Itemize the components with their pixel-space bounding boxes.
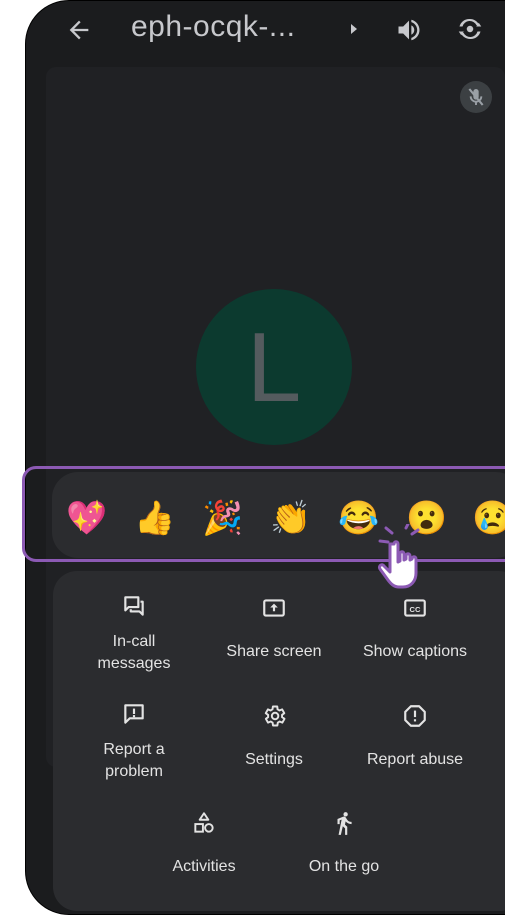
report-abuse-label: Report abuse bbox=[366, 751, 464, 768]
back-arrow-icon[interactable] bbox=[65, 16, 93, 44]
in-call-messages-label-line2: messages bbox=[97, 655, 171, 672]
report-problem-label-line2: problem bbox=[105, 763, 163, 780]
report-problem-label-line1: Report a bbox=[103, 741, 165, 758]
report-problem-button[interactable]: Report a problem bbox=[59, 701, 209, 783]
settings-button[interactable]: Settings bbox=[199, 703, 349, 771]
avatar: L bbox=[196, 289, 352, 445]
in-call-messages-label-line1: In-call bbox=[112, 633, 156, 650]
on-the-go-label: On the go bbox=[308, 858, 380, 875]
gear-icon bbox=[264, 705, 286, 727]
on-the-go-button[interactable]: On the go bbox=[269, 810, 419, 878]
feedback-icon bbox=[124, 704, 144, 724]
share-screen-label: Share screen bbox=[226, 643, 322, 660]
share-screen-icon bbox=[263, 599, 285, 617]
svg-text:CC: CC bbox=[410, 605, 421, 614]
speaker-icon[interactable] bbox=[395, 16, 423, 44]
walking-person-icon bbox=[337, 812, 352, 835]
phone-screen: eph-ocqk-... L 💖 👍 🎉 👏 😂 😮 😢 In-call mes… bbox=[0, 0, 505, 915]
chat-icon bbox=[124, 596, 144, 616]
in-call-messages-button[interactable]: In-call messages bbox=[59, 593, 209, 675]
share-screen-button[interactable]: Share screen bbox=[199, 595, 349, 663]
activities-label: Activities bbox=[172, 858, 236, 875]
show-captions-button[interactable]: CC Show captions bbox=[340, 595, 490, 663]
settings-label: Settings bbox=[245, 751, 303, 768]
hand-pointer-icon bbox=[378, 524, 420, 589]
shapes-icon bbox=[194, 812, 214, 833]
switch-camera-icon[interactable] bbox=[455, 14, 485, 44]
captions-icon: CC bbox=[404, 599, 426, 617]
top-bar: eph-ocqk-... bbox=[25, 0, 505, 62]
chevron-right-icon[interactable] bbox=[351, 24, 357, 34]
report-abuse-button[interactable]: Report abuse bbox=[340, 703, 490, 771]
show-captions-label: Show captions bbox=[362, 643, 468, 660]
more-options-menu: In-call messages Share screen CC Show ca… bbox=[53, 571, 505, 911]
meeting-code[interactable]: eph-ocqk-... bbox=[131, 10, 295, 44]
mic-off-icon bbox=[460, 81, 492, 113]
activities-button[interactable]: Activities bbox=[129, 810, 279, 878]
report-icon bbox=[404, 705, 426, 727]
